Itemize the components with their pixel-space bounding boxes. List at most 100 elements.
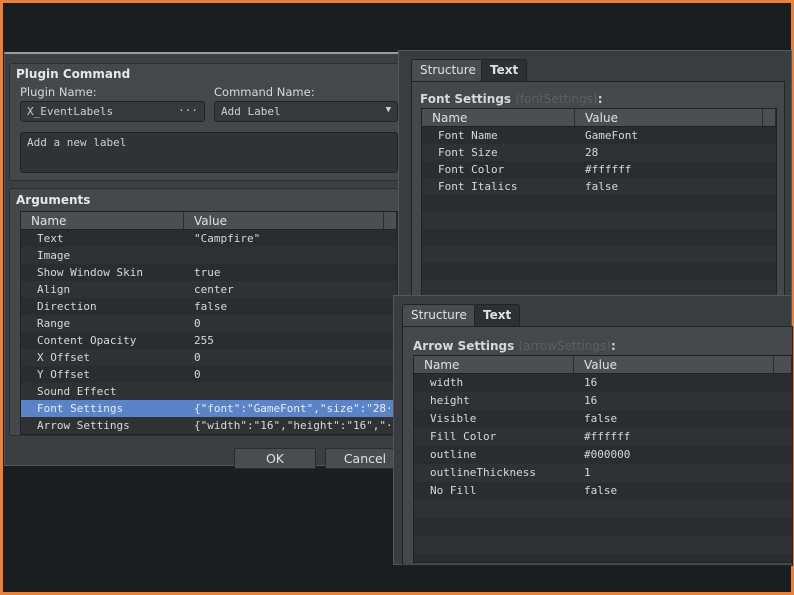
plugin-command-group: Plugin Command Plugin Name: X_EventLabel… <box>9 63 399 181</box>
plugin-name-field[interactable]: X_EventLabels ··· <box>20 101 205 122</box>
table-row[interactable]: Fill Color #ffffff <box>414 428 792 446</box>
row-name: Content Opacity <box>37 334 137 347</box>
empty-row <box>422 212 776 229</box>
row-value: false <box>584 484 618 497</box>
table-row[interactable]: outlineThickness 1 <box>414 464 792 482</box>
row-name: Font Name <box>438 129 498 142</box>
row-value: 255 <box>194 334 214 347</box>
header-spacer <box>384 212 397 229</box>
table-row[interactable]: Y Offset 0 <box>21 366 397 383</box>
colon: : <box>597 92 603 106</box>
row-value: 0 <box>194 317 201 330</box>
plugin-command-dialog: Plugin Command Plugin Name: X_EventLabel… <box>4 52 405 469</box>
row-value: 16 <box>584 394 598 407</box>
command-name-select[interactable]: Add Label ▼ <box>214 101 398 122</box>
description-box: Add a new label <box>20 132 398 173</box>
row-value: false <box>194 300 228 313</box>
table-row[interactable]: Image <box>21 247 397 264</box>
row-value: 1 <box>584 466 591 479</box>
arguments-table[interactable]: Name Value Text "Campfire" Image Show Windo… <box>20 211 398 435</box>
command-name-label: Command Name: <box>214 85 315 99</box>
table-row[interactable]: No Fill false <box>414 482 792 500</box>
empty-row <box>422 195 776 212</box>
row-name: outlineThickness <box>430 466 536 479</box>
row-name: No Fill <box>430 484 477 497</box>
table-row[interactable]: width 16 <box>414 374 792 392</box>
row-name: Font Color <box>438 163 505 176</box>
table-row[interactable]: Direction false <box>21 298 397 315</box>
empty-row <box>422 246 776 263</box>
tab-structure[interactable]: Structure <box>411 59 485 81</box>
browse-button[interactable]: ··· <box>178 104 198 117</box>
key-hint: (arrowSettings) <box>518 339 611 353</box>
row-value: false <box>584 412 618 425</box>
table-row[interactable]: Arrow Settings {"width":"16","height":"16… <box>21 417 397 434</box>
font-settings-table[interactable]: Name Value Font Name GameFont Font Size 28 F… <box>421 108 777 308</box>
tab-structure[interactable]: Structure <box>402 304 476 326</box>
row-name: Text <box>37 232 64 245</box>
arrow-settings-table[interactable]: Name Value width 16 height 16 Visible false Fi… <box>413 355 793 563</box>
column-value[interactable]: Value <box>574 356 774 373</box>
ok-button[interactable]: OK <box>234 448 316 469</box>
table-row[interactable]: Font Name GameFont <box>422 127 776 144</box>
table-header: Name Value <box>21 212 397 230</box>
font-settings-title: Font Settings (fontSettings): <box>420 92 603 106</box>
row-value: #ffffff <box>584 430 631 443</box>
row-value: 16 <box>584 376 598 389</box>
table-row[interactable]: Font Color #ffffff <box>422 161 776 178</box>
tab-text[interactable]: Text <box>481 59 528 81</box>
column-value[interactable]: Value <box>184 212 384 229</box>
row-name: Sound Effect <box>37 385 117 398</box>
tab-text[interactable]: Text <box>474 304 521 326</box>
table-row[interactable]: Show Window Skin true <box>21 264 397 281</box>
column-name[interactable]: Name <box>422 109 575 126</box>
row-value: 28 <box>585 146 599 159</box>
table-row[interactable]: Sound Effect <box>21 383 397 400</box>
empty-row <box>414 536 792 554</box>
row-name: Visible <box>430 412 477 425</box>
row-name: Image <box>37 249 71 262</box>
row-name: Font Size <box>438 146 498 159</box>
table-row[interactable]: Text "Campfire" <box>21 230 397 247</box>
row-name: Align <box>37 283 71 296</box>
colon: : <box>610 339 616 353</box>
table-row[interactable]: outline #000000 <box>414 446 792 464</box>
row-value: "Campfire" <box>194 232 261 245</box>
row-value: #ffffff <box>585 163 632 176</box>
table-row[interactable]: Align center <box>21 281 397 298</box>
table-row[interactable]: Visible false <box>414 410 792 428</box>
table-row[interactable]: Font Settings {"font":"GameFont","size":"… <box>21 400 397 417</box>
plugin-name-label: Plugin Name: <box>20 85 97 99</box>
table-row[interactable]: X Offset 0 <box>21 349 397 366</box>
row-value: {"font":"GameFont","size":"28··· <box>194 402 397 415</box>
table-row[interactable]: Content Opacity 255 <box>21 332 397 349</box>
table-row[interactable]: Range 0 <box>21 315 397 332</box>
tab-panel: Font Settings (fontSettings): Name Value… <box>411 81 785 311</box>
column-value[interactable]: Value <box>575 109 763 126</box>
title-text: Font Settings <box>420 92 512 106</box>
table-row[interactable]: Font Italics false <box>422 178 776 195</box>
font-settings-window: Structure Text Font Settings (fontSettin… <box>398 50 792 311</box>
table-header: Name Value <box>422 109 776 127</box>
row-name: Font Settings <box>37 402 124 415</box>
row-value: GameFont <box>585 129 638 142</box>
title-text: Arrow Settings <box>413 339 515 353</box>
row-value: #000000 <box>584 448 631 461</box>
chevron-down-icon: ▼ <box>385 105 391 115</box>
header-spacer <box>763 109 776 126</box>
row-name: Show Window Skin <box>37 266 143 279</box>
row-name: Fill Color <box>430 430 497 443</box>
column-name[interactable]: Name <box>414 356 574 373</box>
column-name[interactable]: Name <box>21 212 184 229</box>
row-name: Direction <box>37 300 97 313</box>
row-value: {"width":"16","height":"16","··· <box>194 419 397 432</box>
row-name: outline <box>430 448 477 461</box>
plugin-command-title: Plugin Command <box>16 67 131 81</box>
empty-row <box>414 500 792 518</box>
arrow-rows: width 16 height 16 Visible false Fill Color #ff… <box>414 374 792 554</box>
arguments-rows: Text "Campfire" Image Show Window Skin true A… <box>21 230 397 434</box>
arrow-settings-window: Structure Text Arrow Settings (arrowSett… <box>393 295 793 566</box>
table-row[interactable]: height 16 <box>414 392 792 410</box>
table-row[interactable]: Font Size 28 <box>422 144 776 161</box>
row-name: width <box>430 376 464 389</box>
